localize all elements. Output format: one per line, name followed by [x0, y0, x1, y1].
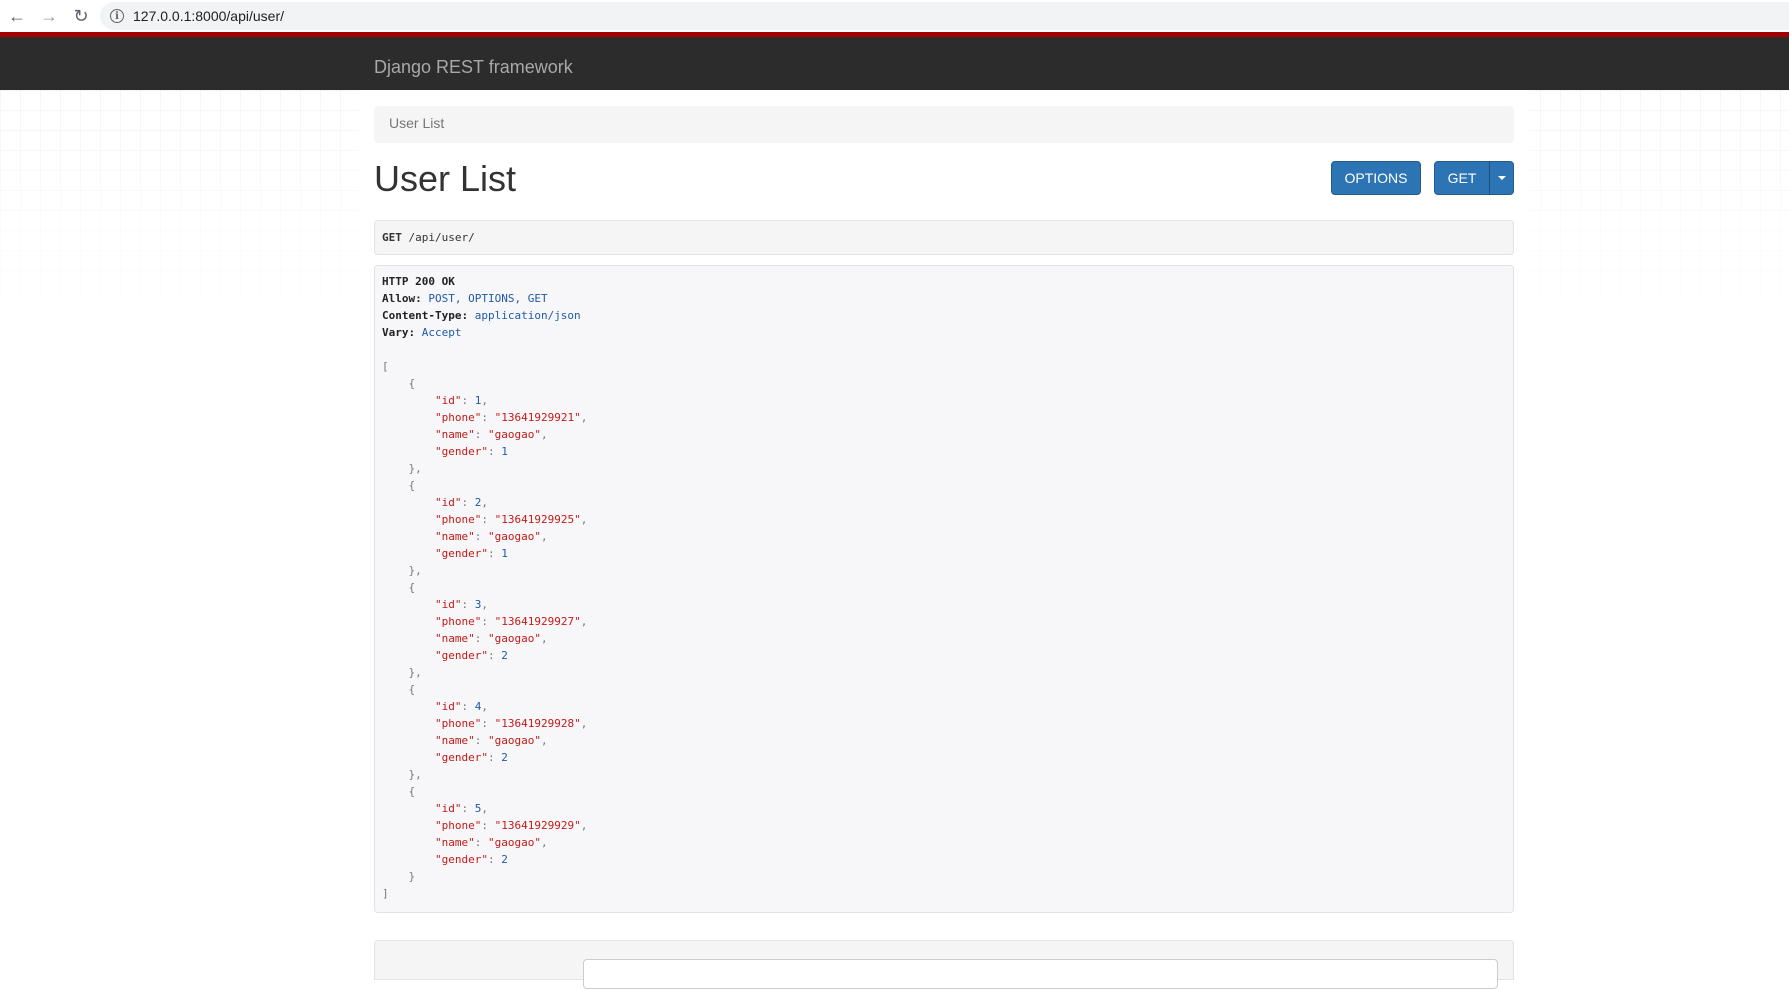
- json-key-id: "id": [434, 496, 462, 509]
- json-key-name: "name": [434, 734, 475, 747]
- json-value-name: "gaogao": [487, 734, 541, 747]
- json-value-name: "gaogao": [487, 428, 541, 441]
- drf-navbar: Django REST framework: [0, 32, 1789, 90]
- json-key-name: "name": [434, 632, 475, 645]
- request-path: /api/user/: [408, 231, 475, 244]
- json-body: [ { "id": 1, "phone": "13641929921", "na…: [382, 360, 588, 900]
- forward-arrow-icon[interactable]: →: [36, 3, 62, 29]
- json-key-gender: "gender": [434, 649, 488, 662]
- json-value-phone: "13641929929": [494, 819, 581, 832]
- json-key-name: "name": [434, 530, 475, 543]
- breadcrumb-item-current[interactable]: User List: [389, 115, 444, 131]
- json-key-phone: "phone": [434, 411, 482, 424]
- response-status: HTTP 200 OK: [382, 275, 455, 288]
- json-value-phone: "13641929927": [494, 615, 581, 628]
- content-form-panel: [374, 940, 1514, 989]
- json-key-gender: "gender": [434, 853, 488, 866]
- json-key-gender: "gender": [434, 751, 488, 764]
- media-type-select[interactable]: [583, 959, 1498, 989]
- json-key-phone: "phone": [434, 513, 482, 526]
- info-icon[interactable]: i: [110, 9, 124, 23]
- json-value-phone: "13641929925": [494, 513, 581, 526]
- json-key-phone: "phone": [434, 717, 482, 730]
- address-bar[interactable]: i 127.0.0.1:8000/api/user/: [100, 2, 1789, 30]
- response-info: HTTP 200 OK Allow: POST, OPTIONS, GET Co…: [374, 265, 1514, 913]
- breadcrumb: User List: [374, 106, 1514, 143]
- caret-down-icon: [1497, 176, 1506, 180]
- back-arrow-icon[interactable]: ←: [4, 3, 30, 29]
- response-header: Allow: POST, OPTIONS, GET: [382, 292, 548, 305]
- page-title: User List: [374, 158, 517, 199]
- json-key-gender: "gender": [434, 445, 488, 458]
- json-key-name: "name": [434, 428, 475, 441]
- options-button[interactable]: OPTIONS: [1331, 161, 1421, 195]
- json-key-id: "id": [434, 394, 462, 407]
- reload-icon[interactable]: ↻: [68, 3, 94, 29]
- json-key-phone: "phone": [434, 819, 482, 832]
- get-button[interactable]: GET: [1434, 161, 1490, 195]
- json-value-gender: 1: [501, 547, 508, 560]
- json-key-id: "id": [434, 598, 462, 611]
- browser-toolbar: ← → ↻ i 127.0.0.1:8000/api/user/: [0, 0, 1789, 32]
- url-text: 127.0.0.1:8000/api/user/: [133, 8, 285, 24]
- json-key-id: "id": [434, 700, 462, 713]
- json-value-gender: 2: [501, 649, 508, 662]
- json-value-name: "gaogao": [487, 836, 541, 849]
- request-info: GET /api/user/: [374, 220, 1514, 255]
- response-header: Vary: Accept: [382, 326, 462, 339]
- json-value-phone: "13641929921": [494, 411, 581, 424]
- json-key-phone: "phone": [434, 615, 482, 628]
- json-value-gender: 2: [501, 853, 508, 866]
- request-method: GET: [382, 231, 402, 244]
- json-key-id: "id": [434, 802, 462, 815]
- json-value-name: "gaogao": [487, 530, 541, 543]
- json-value-gender: 1: [501, 445, 508, 458]
- json-value-gender: 2: [501, 751, 508, 764]
- json-value-name: "gaogao": [487, 632, 541, 645]
- json-value-phone: "13641929928": [494, 717, 581, 730]
- json-key-gender: "gender": [434, 547, 488, 560]
- json-key-name: "name": [434, 836, 475, 849]
- navbar-brand[interactable]: Django REST framework: [374, 57, 573, 78]
- get-format-dropdown-button[interactable]: [1489, 161, 1514, 195]
- response-header: Content-Type: application/json: [382, 309, 581, 322]
